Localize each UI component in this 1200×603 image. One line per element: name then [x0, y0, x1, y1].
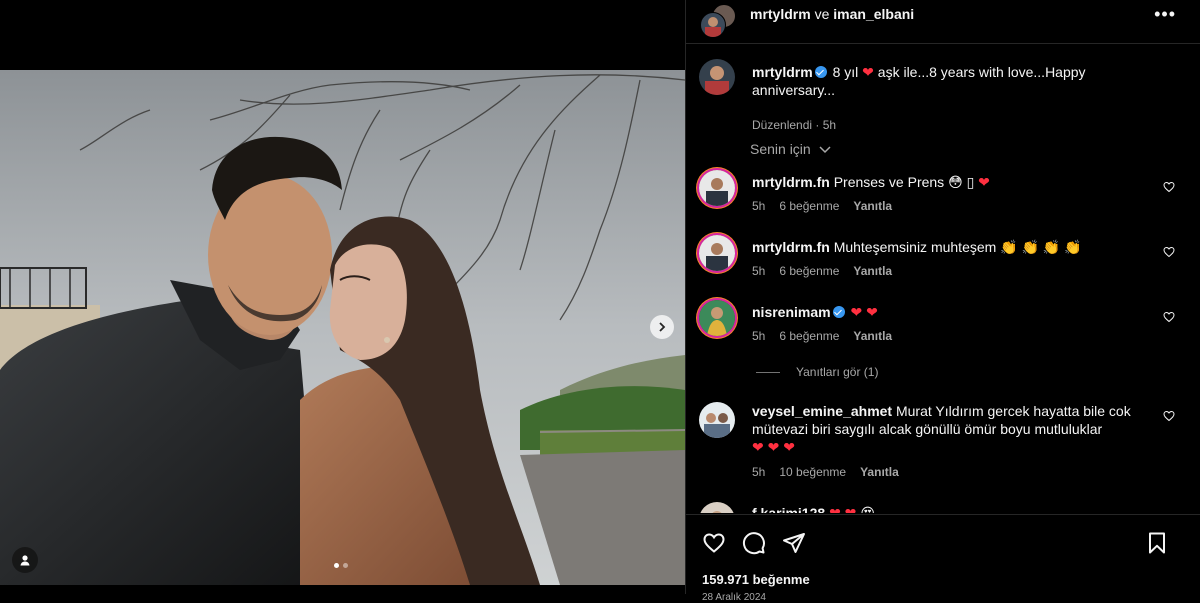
post-actions: 159.971 beğenme 28 Aralık 2024 [686, 514, 1200, 603]
comment-time: 5h [752, 465, 766, 479]
comment-likes[interactable]: 10 beğenme [779, 465, 846, 479]
post-photo [0, 70, 685, 585]
caption-part1: 8 yıl [832, 64, 859, 80]
ellipsis-icon[interactable]: ••• [1154, 4, 1176, 25]
verified-badge-icon [832, 306, 845, 318]
comment-likes[interactable]: 6 beğenme [779, 199, 839, 213]
authors-connector: ve [814, 6, 830, 22]
heart-outline-icon[interactable] [1163, 246, 1175, 258]
comment-item: veysel_emine_ahmet Murat Yıldırım gercek… [686, 400, 1200, 480]
comment-username[interactable]: nisrenimam [752, 304, 831, 320]
comment-text: veysel_emine_ahmet Murat Yıldırım gercek… [752, 402, 1152, 456]
comment-text: mrtyldrm.fn Muhteşemsiniz muhteşem 👏 👏 👏… [752, 238, 1152, 256]
reply-button[interactable]: Yanıtla [853, 329, 892, 343]
comments-list[interactable]: mrtyldrm 8 yıl ❤ aşk ile...8 years with … [686, 45, 1200, 513]
comment-item: mrtyldrm.fn Muhteşemsiniz muhteşem 👏 👏 👏… [686, 234, 1200, 294]
caption-time: 5h [822, 118, 837, 132]
comment-meta: 5h 6 beğenme Yanıtla [752, 264, 892, 278]
view-replies-button[interactable]: Yanıtları gör (1) [756, 365, 878, 379]
comment-bubble-icon[interactable] [742, 531, 766, 555]
caption-username[interactable]: mrtyldrm [752, 64, 813, 80]
post-details-panel: mrtyldrm ve iman_elbani ••• mrtyldrm 8 y… [685, 0, 1200, 603]
comment-text: mrtyldrm.fn Prenses ve Prens 😳 ▯ ❤ [752, 173, 1152, 191]
user-tag-icon [20, 555, 30, 566]
comment-body: Muhteşemsiniz muhteşem [833, 239, 997, 255]
comment-item: mrtyldrm.fn Prenses ve Prens 😳 ▯ ❤ 5h 6 … [686, 169, 1200, 229]
next-image-button[interactable] [650, 315, 674, 339]
caption-text: mrtyldrm 8 yıl ❤ aşk ile...8 years with … [752, 63, 1152, 99]
comment-username[interactable]: f.karimi128 [752, 505, 825, 513]
comment-time: 5h [752, 264, 766, 278]
edited-label: Düzenlendi [752, 118, 813, 132]
heart-outline-icon[interactable] [1163, 181, 1175, 193]
comment-text: nisrenimam ❤ ❤ [752, 303, 1152, 321]
reply-button[interactable]: Yanıtla [853, 199, 892, 213]
collab-avatars[interactable] [700, 4, 736, 38]
comment-text: f.karimi128 ❤ ❤ 😍 [752, 504, 1152, 513]
chevron-right-icon [659, 322, 666, 332]
caption-meta: Düzenlendi · 5h [752, 118, 837, 132]
reply-button[interactable]: Yanıtla [860, 465, 899, 479]
comment-time: 5h [752, 199, 766, 213]
chevron-down-icon [819, 146, 831, 154]
view-replies-label: Yanıtları gör (1) [796, 365, 879, 379]
comment-item: nisrenimam ❤ ❤ 5h 6 beğenme Yanıtla [686, 299, 1200, 359]
reply-button[interactable]: Yanıtla [853, 264, 892, 278]
coauthor-username[interactable]: iman_elbani [833, 6, 914, 22]
avatar[interactable] [699, 59, 735, 95]
comment-emoji: 😍 [860, 505, 875, 513]
author-username[interactable]: mrtyldrm [750, 6, 811, 22]
comment-hearts: ❤ [978, 174, 990, 190]
replies-divider [756, 371, 780, 373]
post-header: mrtyldrm ve iman_elbani ••• [686, 0, 1200, 44]
avatar [700, 12, 726, 38]
comment-username[interactable]: mrtyldrm.fn [752, 239, 830, 255]
comment-time: 5h [752, 329, 766, 343]
avatar[interactable] [699, 235, 735, 271]
comment-meta: 5h 10 beğenme Yanıtla [752, 465, 899, 479]
likes-count[interactable]: 159.971 beğenme [702, 572, 810, 587]
sort-comments-dropdown[interactable]: Senin için [750, 141, 831, 157]
carousel-dot [343, 563, 348, 568]
heart-outline-icon[interactable] [1163, 311, 1175, 323]
comment-username[interactable]: mrtyldrm.fn [752, 174, 830, 190]
comment-meta: 5h 6 beğenme Yanıtla [752, 329, 892, 343]
comment-likes[interactable]: 6 beğenme [779, 264, 839, 278]
comment-emoji: 😳 ▯ [948, 174, 975, 190]
red-heart-emoji: ❤ [862, 64, 874, 80]
couple-selfie-image [0, 70, 685, 585]
comment-username[interactable]: veysel_emine_ahmet [752, 403, 892, 419]
caption: mrtyldrm 8 yıl ❤ aşk ile...8 years with … [686, 59, 1200, 139]
avatar[interactable] [699, 402, 735, 438]
heart-outline-icon[interactable] [1163, 410, 1175, 422]
post-media [0, 0, 685, 594]
tagged-users-button[interactable] [12, 547, 38, 573]
comment-hearts: ❤ ❤ [850, 304, 878, 320]
comment-emoji: 👏 👏 👏 👏 [1000, 239, 1082, 255]
avatar[interactable] [699, 170, 735, 206]
carousel-dot-active [334, 563, 339, 568]
verified-badge-icon [814, 66, 827, 78]
sort-label: Senin için [750, 141, 811, 157]
comment-body: Prenses ve Prens [833, 174, 945, 190]
carousel-indicator [334, 563, 348, 568]
comment-hearts: ❤ ❤ ❤ [752, 439, 795, 455]
save-bookmark-icon[interactable] [1145, 531, 1169, 555]
avatar[interactable] [699, 502, 735, 513]
comment-likes[interactable]: 6 beğenme [779, 329, 839, 343]
like-heart-icon[interactable] [702, 531, 726, 555]
avatar[interactable] [699, 300, 735, 336]
share-paper-plane-icon[interactable] [782, 531, 806, 555]
comment-meta: 5h 6 beğenme Yanıtla [752, 199, 892, 213]
comment-hearts: ❤ ❤ [829, 505, 857, 513]
comment-item: f.karimi128 ❤ ❤ 😍 [686, 500, 1200, 513]
post-authors: mrtyldrm ve iman_elbani [750, 6, 914, 22]
